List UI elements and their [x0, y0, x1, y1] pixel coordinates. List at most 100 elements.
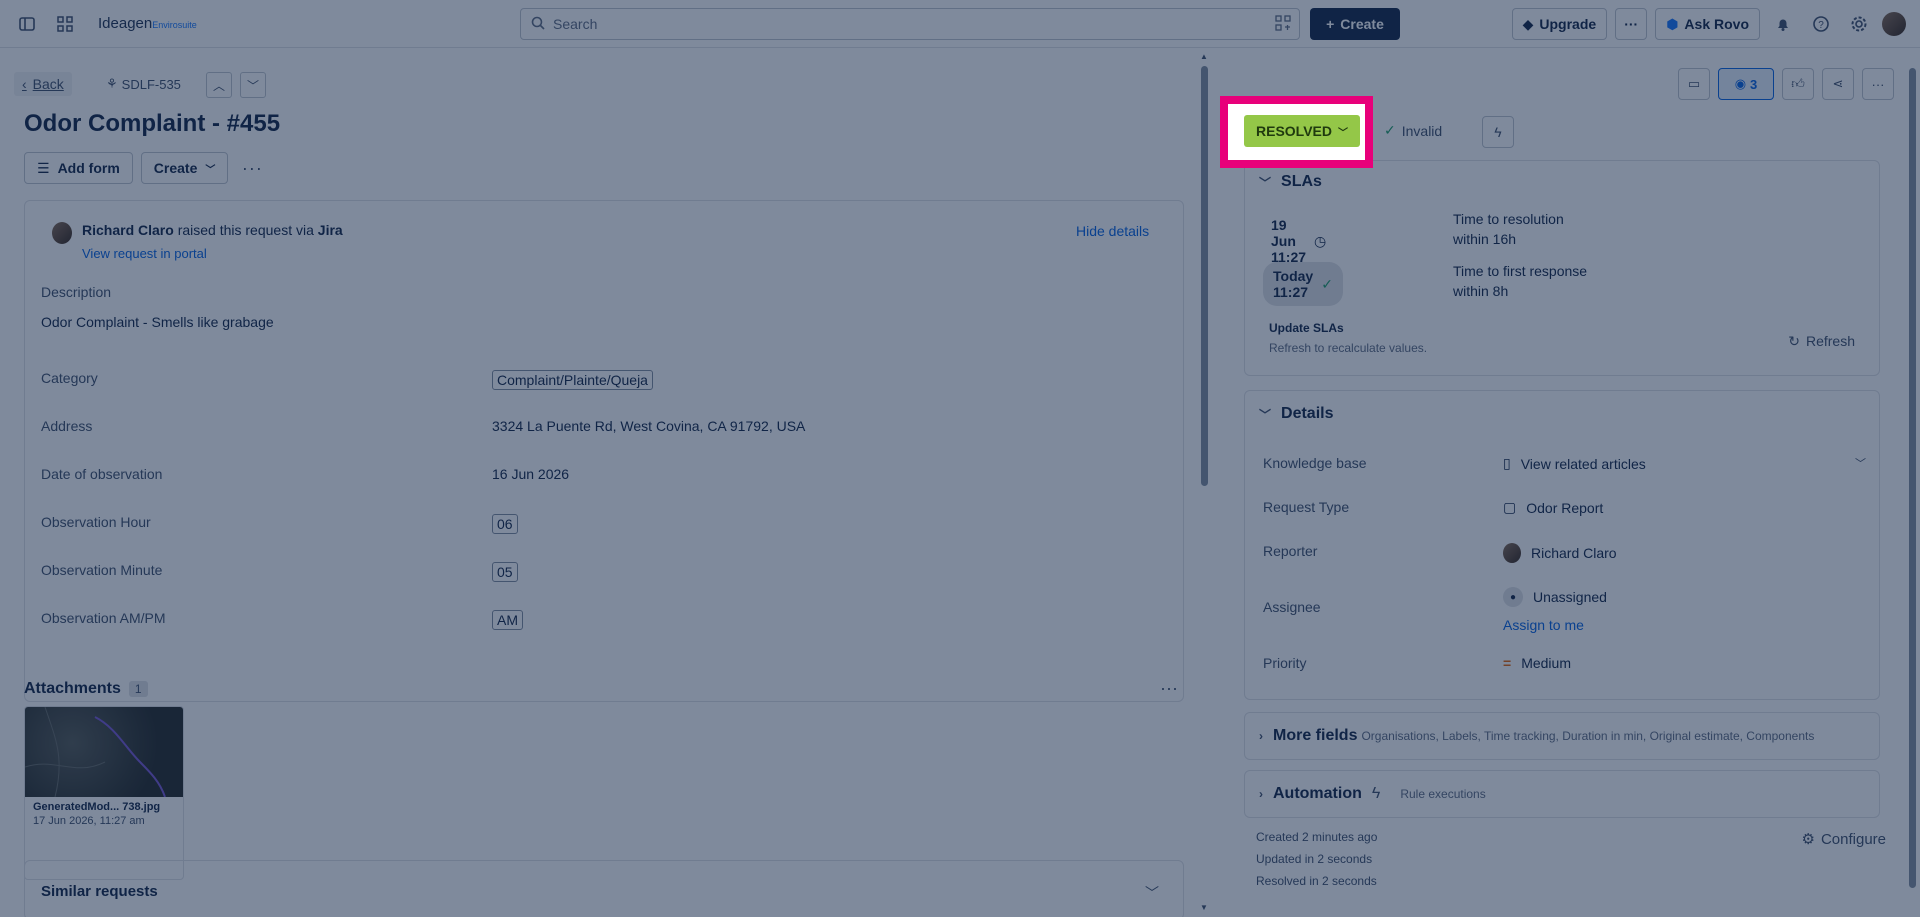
form-icon: ☰: [37, 159, 50, 176]
sidebar-toggle-icon[interactable]: [12, 9, 42, 39]
chevron-right-icon: ›: [1259, 729, 1263, 743]
help-icon[interactable]: ?: [1806, 9, 1836, 39]
like-button[interactable]: 👍︎: [1782, 68, 1814, 100]
right-scrollbar[interactable]: [1906, 52, 1918, 912]
scrollbar-thumb[interactable]: [1201, 66, 1208, 486]
left-scrollbar[interactable]: ▲ ▼: [1198, 52, 1210, 912]
field-row-category: Category Complaint/Plainte/Queja: [41, 370, 1141, 394]
chevron-right-icon: ›: [1259, 787, 1263, 801]
next-issue-button[interactable]: ﹀: [240, 72, 266, 98]
gear-icon: ⚙: [1801, 831, 1815, 848]
eye-icon: ◉: [1734, 76, 1747, 91]
reporter-name[interactable]: Richard Claro: [82, 222, 174, 238]
notifications-icon[interactable]: [1768, 9, 1798, 39]
plus-icon: +: [1326, 16, 1335, 32]
attachments-heading: Attachments 1: [24, 680, 148, 698]
create-button[interactable]: + Create: [1310, 8, 1400, 40]
more-fields-panel[interactable]: › More fields Organisations, Labels, Tim…: [1244, 712, 1880, 760]
watchers-button[interactable]: ◉ 3: [1718, 68, 1774, 100]
attachments-count: 1: [128, 681, 148, 697]
description-value[interactable]: Odor Complaint - Smells like grabage: [41, 314, 274, 330]
more-actions-button[interactable]: ···: [236, 152, 268, 184]
request-type-value[interactable]: ▢ Odor Report: [1503, 499, 1603, 516]
search-input[interactable]: Search: [520, 8, 1300, 40]
refresh-button[interactable]: ↻ Refresh: [1788, 333, 1855, 350]
priority-value[interactable]: = Medium: [1503, 655, 1571, 671]
similar-requests-section[interactable]: Similar requests ﹀: [24, 860, 1184, 917]
details-header[interactable]: ﹀ Details: [1259, 405, 1333, 423]
more-icon: ···: [1160, 678, 1178, 698]
share-button[interactable]: ⋖: [1822, 68, 1854, 100]
previous-issue-button[interactable]: ︿: [206, 72, 232, 98]
search-icon: [531, 16, 545, 33]
configure-button[interactable]: ⚙ Configure: [1801, 830, 1887, 849]
slas-panel: ﹀ SLAs 19 Jun 11:27 ◷ Time to resolution…: [1244, 160, 1880, 376]
issue-key[interactable]: ⚘ SDLF-535: [106, 76, 181, 92]
more-icon: ···: [241, 157, 263, 178]
resolution-status: ✓ Invalid: [1384, 122, 1443, 139]
settings-gear-icon[interactable]: [1844, 9, 1874, 39]
chevron-up-icon: ︿: [212, 78, 225, 93]
feedback-button[interactable]: ▭: [1678, 68, 1710, 100]
more-icon: ···: [1624, 16, 1639, 32]
watchers-count: 3: [1750, 76, 1758, 92]
create-dropdown-button[interactable]: Create ﹀: [140, 152, 229, 184]
slas-header[interactable]: ﹀ SLAs: [1259, 173, 1322, 191]
clock-icon: ◷: [1314, 232, 1327, 249]
resolved-timestamp: Resolved in 2 seconds: [1256, 874, 1377, 888]
created-timestamp: Created 2 minutes ago: [1256, 830, 1378, 844]
reporter-avatar: [1503, 543, 1521, 563]
view-related-articles[interactable]: ▯ View related articles: [1503, 455, 1646, 472]
reporter-avatar: [52, 222, 72, 244]
date-value[interactable]: 16 Jun 2026: [492, 466, 569, 482]
ask-rovo-button[interactable]: ⬢ Ask Rovo: [1655, 8, 1760, 40]
svg-text:?: ?: [1818, 20, 1824, 31]
requester-info: Richard Claro raised this request via Ji…: [52, 222, 343, 261]
attachment-thumbnail[interactable]: GeneratedMod... 738.jpg 17 Jun 2026, 11:…: [24, 706, 184, 880]
attachment-date: 17 Jun 2026, 11:27 am: [33, 815, 145, 827]
back-link[interactable]: ‹ Back: [14, 72, 72, 96]
more-apps-button[interactable]: ···: [1615, 8, 1648, 40]
chevron-down-icon[interactable]: ﹀: [1855, 455, 1866, 471]
hour-value[interactable]: 06: [492, 514, 518, 534]
scroll-down-arrow[interactable]: ▼: [1200, 903, 1208, 912]
refresh-icon: ↻: [1788, 333, 1800, 349]
attachment-image: [25, 707, 183, 797]
address-value[interactable]: 3324 La Puente Rd, West Covina, CA 91792…: [492, 418, 805, 434]
hide-details-button[interactable]: Hide details: [1076, 223, 1149, 239]
app-switcher-icon[interactable]: [50, 9, 80, 39]
similar-requests-heading: Similar requests: [41, 883, 158, 900]
update-slas-subtitle: Refresh to recalculate values.: [1269, 341, 1428, 355]
scrollbar-thumb[interactable]: [1909, 68, 1916, 888]
request-type-icon: ▢: [1503, 499, 1517, 515]
request-type-icon: ⚘: [106, 76, 118, 91]
search-filter-icon[interactable]: [1275, 15, 1291, 34]
minute-value[interactable]: 05: [492, 562, 518, 582]
chevron-down-icon: ﹀: [1337, 127, 1348, 139]
actions-bolt-button[interactable]: ϟ: [1482, 116, 1514, 148]
assignee-value[interactable]: ● Unassigned: [1503, 587, 1607, 607]
ampm-value[interactable]: AM: [492, 610, 523, 630]
upgrade-button[interactable]: ◆ Upgrade: [1511, 8, 1608, 40]
lightning-icon: ϟ: [1371, 785, 1381, 802]
attachments-more-button[interactable]: ···: [1160, 678, 1178, 699]
more-actions-button[interactable]: ···: [1862, 68, 1894, 100]
reporter-value[interactable]: Richard Claro: [1503, 543, 1617, 563]
chevron-down-icon: ﹀: [1259, 175, 1272, 190]
add-form-button[interactable]: ☰ Add form: [24, 152, 133, 184]
site-logo[interactable]: IdeagenEnvirosuite: [98, 15, 197, 32]
category-value[interactable]: Complaint/Plainte/Queja: [492, 370, 653, 390]
attachment-filename: GeneratedMod... 738.jpg: [33, 801, 161, 813]
automation-panel[interactable]: › Automation ϟ Rule executions: [1244, 770, 1880, 818]
update-slas-title: Update SLAs: [1269, 321, 1344, 335]
field-row-observation-hour: Observation Hour 06: [41, 514, 1141, 538]
status-dropdown-button[interactable]: RESOLVED ﹀: [1244, 115, 1360, 147]
user-avatar[interactable]: [1882, 12, 1906, 36]
chevron-down-icon: ﹀: [205, 164, 216, 176]
scroll-up-arrow[interactable]: ▲: [1200, 52, 1208, 61]
check-icon: ✓: [1321, 275, 1333, 292]
assign-to-me-link[interactable]: Assign to me: [1503, 617, 1584, 633]
issue-title[interactable]: Odor Complaint - #455: [24, 110, 280, 138]
view-in-portal-link[interactable]: View request in portal: [82, 246, 343, 261]
chevron-left-icon: ‹: [22, 76, 27, 92]
